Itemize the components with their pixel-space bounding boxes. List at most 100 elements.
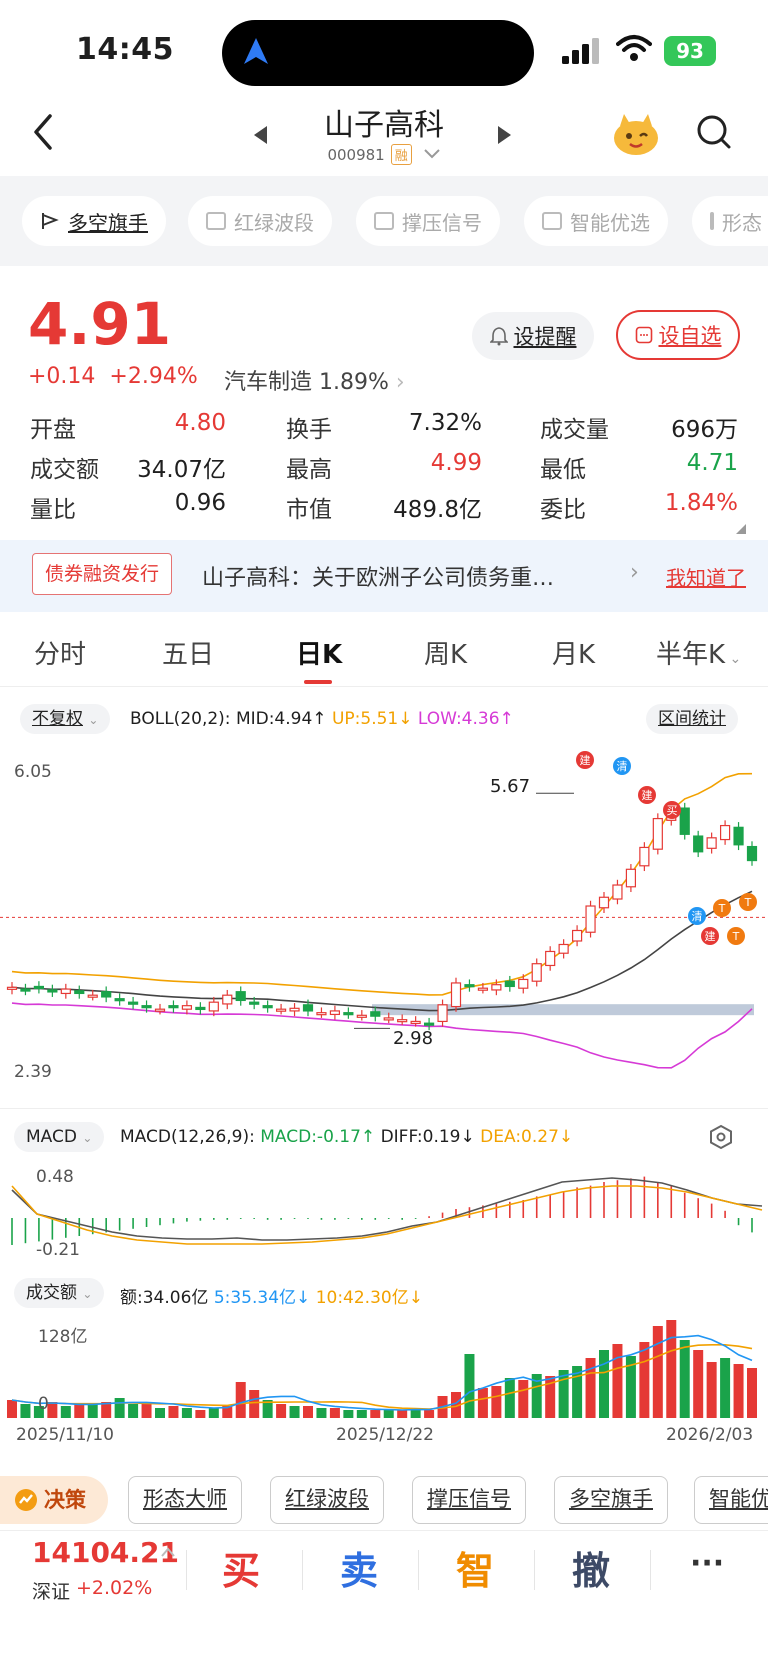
volume-y-top: 128亿 — [38, 1327, 88, 1347]
set-alert-label: 设提醒 — [513, 325, 577, 349]
volume-bar — [612, 1344, 623, 1418]
signal-marker-label: 买 — [667, 804, 678, 817]
chip-pattern[interactable]: 形态 — [692, 196, 768, 246]
candle-body — [181, 1005, 193, 1010]
corner-expand-icon[interactable] — [736, 524, 746, 534]
more-button[interactable]: ··· — [690, 1546, 724, 1581]
candle-body — [518, 978, 529, 989]
tab-five-day[interactable]: 五日 — [162, 634, 214, 671]
tab-weekly-k[interactable]: 周K — [424, 634, 467, 671]
volume-bar — [343, 1410, 354, 1418]
status-time: 14:45 — [76, 32, 174, 67]
mascot-icon[interactable] — [612, 112, 660, 156]
next-stock-icon[interactable] — [498, 126, 511, 144]
candle-body — [531, 963, 542, 982]
index-value[interactable]: 14104.21 — [32, 1536, 179, 1569]
volume-bar — [639, 1342, 650, 1418]
candle-body — [168, 1005, 179, 1009]
candle-body — [612, 884, 623, 900]
tab-monthly-k[interactable]: 月K — [552, 634, 595, 671]
volume-bar — [74, 1404, 85, 1418]
chevron-right-icon[interactable]: › — [630, 560, 639, 585]
bell-icon — [489, 327, 508, 346]
volume-bar — [249, 1390, 260, 1418]
candle-body — [719, 824, 731, 841]
candle-body — [370, 1011, 381, 1017]
smart-button[interactable]: 智 — [456, 1540, 494, 1595]
candle-body — [20, 988, 31, 992]
stat-value: 7.32% — [408, 410, 482, 436]
chip-label: 红绿波段 — [234, 210, 314, 235]
decision-label: 决策 — [44, 1488, 86, 1512]
candle-body — [571, 929, 583, 942]
candle-body — [491, 984, 502, 991]
add-watchlist-button[interactable]: 设自选 — [616, 310, 740, 360]
tab-halfyear-k[interactable]: 半年K ⌄ — [656, 634, 741, 671]
boll-up: UP:5.51↓ — [331, 709, 413, 729]
adjust-select[interactable]: 不复权 ⌄ — [20, 704, 111, 734]
sector-name: 汽车制造 — [224, 370, 313, 395]
tool-bull-bear[interactable]: 多空旗手 — [554, 1476, 668, 1524]
volume-bar — [168, 1406, 179, 1418]
volume-bar — [733, 1364, 744, 1418]
high-price-label: 5.67 — [490, 776, 531, 797]
macd-select[interactable]: MACD ⌄ — [14, 1122, 105, 1152]
boll-mid: MID:4.94↑ — [235, 709, 327, 729]
separator — [302, 1550, 303, 1590]
signal-marker-label: 清 — [617, 760, 628, 773]
volume-bar — [208, 1408, 219, 1418]
support-band — [372, 1004, 754, 1016]
range-stats-button[interactable]: 区间统计 — [646, 704, 738, 734]
add-watchlist-label: 设自选 — [658, 324, 722, 348]
tool-smart[interactable]: 智能优 — [694, 1476, 768, 1524]
volume-bar — [141, 1404, 152, 1418]
tool-pattern-master[interactable]: 形态大师 — [128, 1476, 242, 1524]
chip-smart-pick[interactable]: 智能优选 — [524, 196, 668, 246]
tab-intraday[interactable]: 分时 — [34, 634, 86, 671]
tool-red-green[interactable]: 红绿波段 — [270, 1476, 384, 1524]
boll-indicator[interactable]: BOLL(20,2): MID:4.94↑ UP:5.51↓ LOW:4.36↑ — [130, 709, 514, 729]
candle-body — [316, 1012, 327, 1016]
kline-chart[interactable]: 建清建买清建TTT — [0, 740, 768, 1100]
notice-dismiss-link[interactable]: 我知道了 — [666, 562, 746, 591]
cancel-button[interactable]: 撤 — [572, 1540, 610, 1595]
candle-body — [423, 1022, 435, 1026]
candle-body — [558, 943, 569, 954]
set-alert-button[interactable]: 设提醒 — [472, 312, 594, 360]
index-name: 深证 — [32, 1581, 71, 1603]
volume-bar — [114, 1398, 125, 1418]
sector-link[interactable]: 汽车制造 1.89% › — [224, 364, 405, 396]
stat-value: 489.8亿 — [393, 497, 482, 523]
signal-marker-label: 建 — [705, 929, 716, 943]
candle-body — [262, 1005, 273, 1009]
index-change: +2.02% — [76, 1577, 153, 1599]
chip-label: 智能优选 — [570, 210, 650, 235]
candle-body — [249, 1001, 260, 1005]
notice-text[interactable]: 山子高科：关于欧洲子公司债务重… — [202, 560, 554, 592]
buy-button[interactable]: 买 — [222, 1540, 260, 1595]
volume-select[interactable]: 成交额 ⌄ — [14, 1278, 105, 1308]
volume-y-zero: 0 — [38, 1394, 49, 1414]
tool-support[interactable]: 撑压信号 — [412, 1476, 526, 1524]
chevron-up-icon[interactable] — [160, 1546, 176, 1558]
chip-bull-bear[interactable]: 多空旗手 — [22, 196, 166, 246]
chip-red-green[interactable]: 红绿波段 — [188, 196, 332, 246]
volume-chart[interactable] — [0, 1310, 768, 1420]
signal-marker-label: T — [718, 902, 726, 915]
settings-hexagon-icon[interactable] — [708, 1124, 734, 1150]
candle-body — [504, 980, 515, 988]
macd-chart[interactable] — [0, 1160, 768, 1270]
signal-marker-label: T — [744, 896, 752, 909]
candle-body — [437, 1004, 448, 1023]
chevron-down-icon: ⌄ — [82, 1287, 93, 1301]
stat-value: 4.71 — [686, 450, 738, 476]
chip-label: 多空旗手 — [68, 210, 148, 235]
chevron-down-icon: ⌄ — [725, 651, 742, 667]
chip-support[interactable]: 撑压信号 — [356, 196, 500, 246]
signal-marker-label: 清 — [692, 910, 703, 923]
tab-daily-k[interactable]: 日K — [296, 634, 342, 671]
volume-bar — [235, 1382, 246, 1418]
search-icon[interactable] — [696, 114, 732, 150]
sell-button[interactable]: 卖 — [340, 1540, 378, 1595]
kline-y-bottom: 2.39 — [14, 1062, 52, 1082]
